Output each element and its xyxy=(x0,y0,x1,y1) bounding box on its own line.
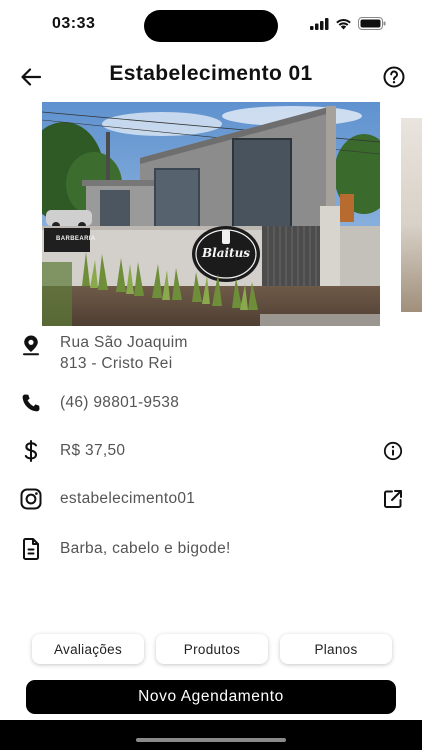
instagram-row[interactable]: estabelecimento01 xyxy=(18,486,406,512)
barbershop-sign-text: BARBEARIA xyxy=(56,236,96,242)
battery-icon xyxy=(358,17,386,30)
signal-icon xyxy=(310,17,329,30)
new-appointment-button[interactable]: Novo Agendamento xyxy=(26,680,396,714)
status-icons xyxy=(310,17,386,30)
photo-gallery[interactable]: BARBEARIA Blaitus xyxy=(42,102,422,326)
instagram-icon xyxy=(18,486,44,512)
dollar-icon xyxy=(18,438,44,464)
address-line1: Rua São Joaquim xyxy=(60,334,188,351)
tab-avaliacoes[interactable]: Avaliações xyxy=(32,634,144,664)
phone-number: (46) 98801-9538 xyxy=(60,394,180,411)
page-title: Estabelecimento 01 xyxy=(109,62,313,85)
establishment-photo-image xyxy=(42,102,380,326)
header: Estabelecimento 01 xyxy=(0,60,422,94)
question-circle-icon xyxy=(383,66,405,88)
document-icon xyxy=(18,536,44,562)
instagram-handle: estabelecimento01 xyxy=(60,490,196,507)
phone-row[interactable]: (46) 98801-9538 xyxy=(18,390,406,416)
price-info-button[interactable] xyxy=(380,438,406,464)
help-button[interactable] xyxy=(382,65,406,89)
wifi-icon xyxy=(336,18,351,29)
map-pin-icon xyxy=(18,332,44,358)
info-circle-icon xyxy=(383,441,403,461)
establishment-photo[interactable]: BARBEARIA Blaitus xyxy=(42,102,380,326)
price-row: R$ 37,50 xyxy=(18,438,406,464)
address-text: Rua São Joaquim 813 - Cristo Rei xyxy=(60,332,188,374)
open-instagram-button[interactable] xyxy=(380,486,406,512)
address-line2: 813 - Cristo Rei xyxy=(60,355,173,372)
dynamic-island xyxy=(144,10,278,42)
phone-icon xyxy=(18,390,44,416)
barbershop-logo-text: Blaitus xyxy=(202,246,251,260)
status-bar: 03:33 xyxy=(0,0,422,52)
next-photo-preview[interactable] xyxy=(401,118,422,312)
external-link-icon xyxy=(384,490,402,508)
address-row[interactable]: Rua São Joaquim 813 - Cristo Rei xyxy=(18,332,406,374)
status-time: 03:33 xyxy=(52,15,96,32)
price-value: R$ 37,50 xyxy=(60,442,126,459)
tab-produtos[interactable]: Produtos xyxy=(156,634,268,664)
home-indicator[interactable] xyxy=(136,738,286,742)
tab-planos[interactable]: Planos xyxy=(280,634,392,664)
home-bar-area xyxy=(0,720,422,750)
tab-bar: Avaliações Produtos Planos xyxy=(32,634,392,664)
description-text: Barba, cabelo e bigode! xyxy=(60,540,231,557)
description-row: Barba, cabelo e bigode! xyxy=(18,536,406,562)
